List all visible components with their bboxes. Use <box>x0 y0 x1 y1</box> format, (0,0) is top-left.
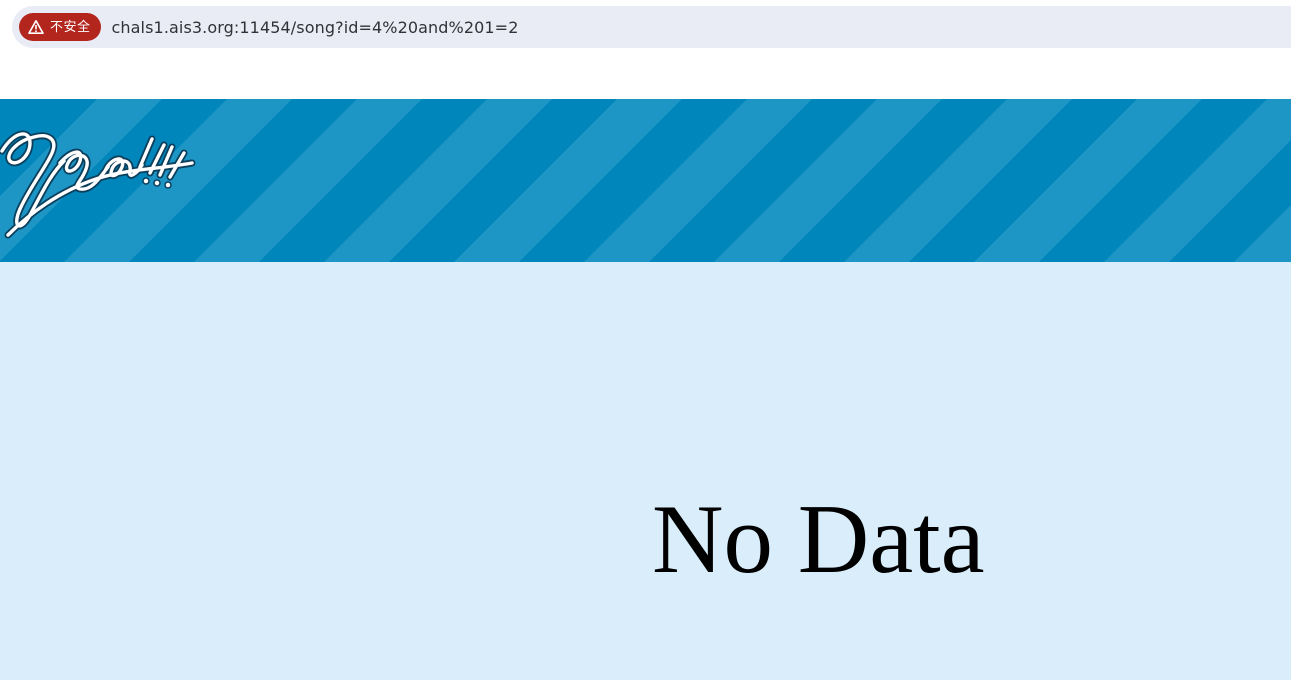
url-text[interactable]: chals1.ais3.org:11454/song?id=4%20and%20… <box>112 18 519 37</box>
security-label: 不安全 <box>50 19 91 35</box>
security-indicator-button[interactable]: 不安全 <box>19 13 101 41</box>
signature-logo-icon[interactable] <box>0 117 200 239</box>
warning-triangle-icon <box>28 19 44 35</box>
browser-page: 不安全 chals1.ais3.org:11454/song?id=4%20an… <box>0 0 1291 680</box>
browser-toolbar: 不安全 chals1.ais3.org:11454/song?id=4%20an… <box>0 0 1291 99</box>
site-banner <box>0 99 1291 262</box>
address-bar[interactable]: 不安全 chals1.ais3.org:11454/song?id=4%20an… <box>12 6 1291 48</box>
main-content: No Data <box>0 262 1291 680</box>
no-data-message: No Data <box>652 485 985 594</box>
